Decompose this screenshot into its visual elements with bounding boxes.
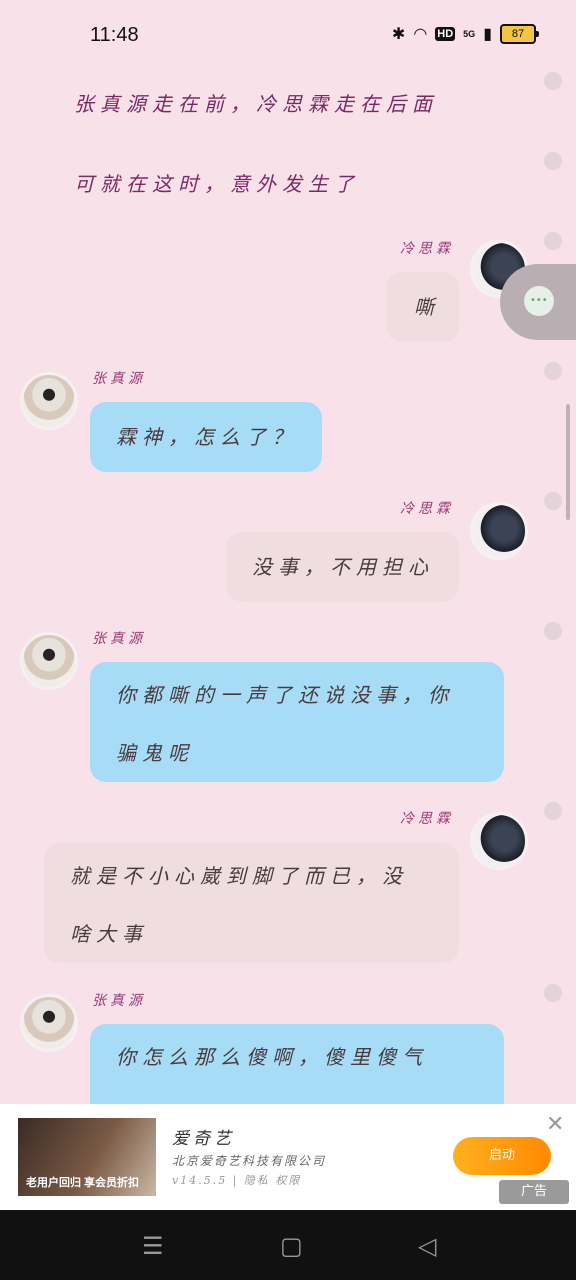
- message-text-line: 你都嘶的一声了还说没事，你: [116, 683, 454, 707]
- bluetooth-icon: ✱: [391, 26, 406, 43]
- floating-assistant-tab[interactable]: •••: [500, 264, 576, 340]
- sender-name: 张真源: [92, 993, 146, 1009]
- chat-bubble: 霖神，怎么了？: [90, 402, 322, 472]
- side-dot: [544, 152, 562, 170]
- clock: 11:48: [90, 24, 139, 46]
- close-icon[interactable]: ✕: [546, 1112, 564, 1137]
- status-icons: ✱ ◠ HD 5G ▮ 87: [391, 24, 539, 44]
- ad-title: 爱奇艺: [172, 1129, 235, 1149]
- side-dot: [544, 984, 562, 1002]
- chat-bubble: 你都嘶的一声了还说没事，你 骗鬼呢: [90, 662, 504, 782]
- side-dot: [544, 492, 562, 510]
- hd-icon: HD: [435, 27, 456, 41]
- navigation-bar: ☰ ▢ ◁: [0, 1210, 576, 1280]
- message-text-line: 骗鬼呢: [116, 741, 194, 765]
- avatar[interactable]: [470, 502, 528, 560]
- narration-line: 可就在这时，意外发生了: [74, 172, 360, 196]
- message-text-line: 你怎么那么傻啊，傻里傻气: [116, 1045, 428, 1069]
- avatar[interactable]: [20, 632, 78, 690]
- ad-launch-button[interactable]: 启动: [453, 1137, 551, 1175]
- chat-bubble: 嘶: [386, 272, 459, 342]
- ad-badge[interactable]: 广告: [499, 1180, 569, 1204]
- ad-image[interactable]: 老用户回归 享会员折扣: [18, 1118, 156, 1196]
- signal-icon: ▮: [483, 26, 492, 43]
- chat-bubble: 没事，不用担心: [226, 532, 459, 602]
- ad-banner[interactable]: 老用户回归 享会员折扣 爱奇艺 北京爱奇艺科技有限公司 v14.5.5 | 隐私…: [0, 1104, 576, 1210]
- sender-name: 张真源: [92, 631, 146, 647]
- narration-line: 张真源走在前，冷思霖走在后面: [74, 92, 438, 116]
- sender-name: 冷思霖: [400, 811, 454, 827]
- battery-icon: 87: [500, 24, 539, 44]
- menu-icon[interactable]: ☰: [142, 1232, 164, 1260]
- message-text-line: 就是不小心崴到脚了而已，没: [70, 864, 408, 888]
- ellipsis-icon: •••: [530, 295, 548, 306]
- scrollbar[interactable]: [566, 404, 570, 520]
- message-text-line: 啥大事: [70, 922, 148, 946]
- side-dot: [544, 72, 562, 90]
- avatar[interactable]: [20, 372, 78, 430]
- wifi-icon: ◠: [413, 26, 428, 43]
- message-text: 没事，不用担心: [252, 555, 434, 579]
- side-dot: [544, 622, 562, 640]
- sender-name: 冷思霖: [400, 241, 454, 257]
- message-text: 嘶: [414, 295, 440, 319]
- avatar[interactable]: [20, 994, 78, 1052]
- message-text: 霖神，怎么了？: [116, 425, 298, 449]
- ad-company: 北京爱奇艺科技有限公司: [172, 1154, 327, 1168]
- ad-meta[interactable]: v14.5.5 | 隐私 权限: [172, 1172, 301, 1188]
- network-label: 5G: [463, 29, 476, 39]
- avatar[interactable]: [470, 812, 528, 870]
- sender-name: 张真源: [92, 371, 146, 387]
- side-dot: [544, 362, 562, 380]
- sender-name: 冷思霖: [400, 501, 454, 517]
- ad-image-caption: 老用户回归 享会员折扣: [26, 1177, 140, 1189]
- side-dot: [544, 802, 562, 820]
- home-icon[interactable]: ▢: [280, 1232, 303, 1260]
- status-bar: 11:48 ✱ ◠ HD 5G ▮ 87: [0, 0, 576, 72]
- side-dot: [544, 232, 562, 250]
- back-icon[interactable]: ◁: [418, 1232, 436, 1260]
- chat-bubble: 就是不小心崴到脚了而已，没 啥大事: [44, 843, 459, 963]
